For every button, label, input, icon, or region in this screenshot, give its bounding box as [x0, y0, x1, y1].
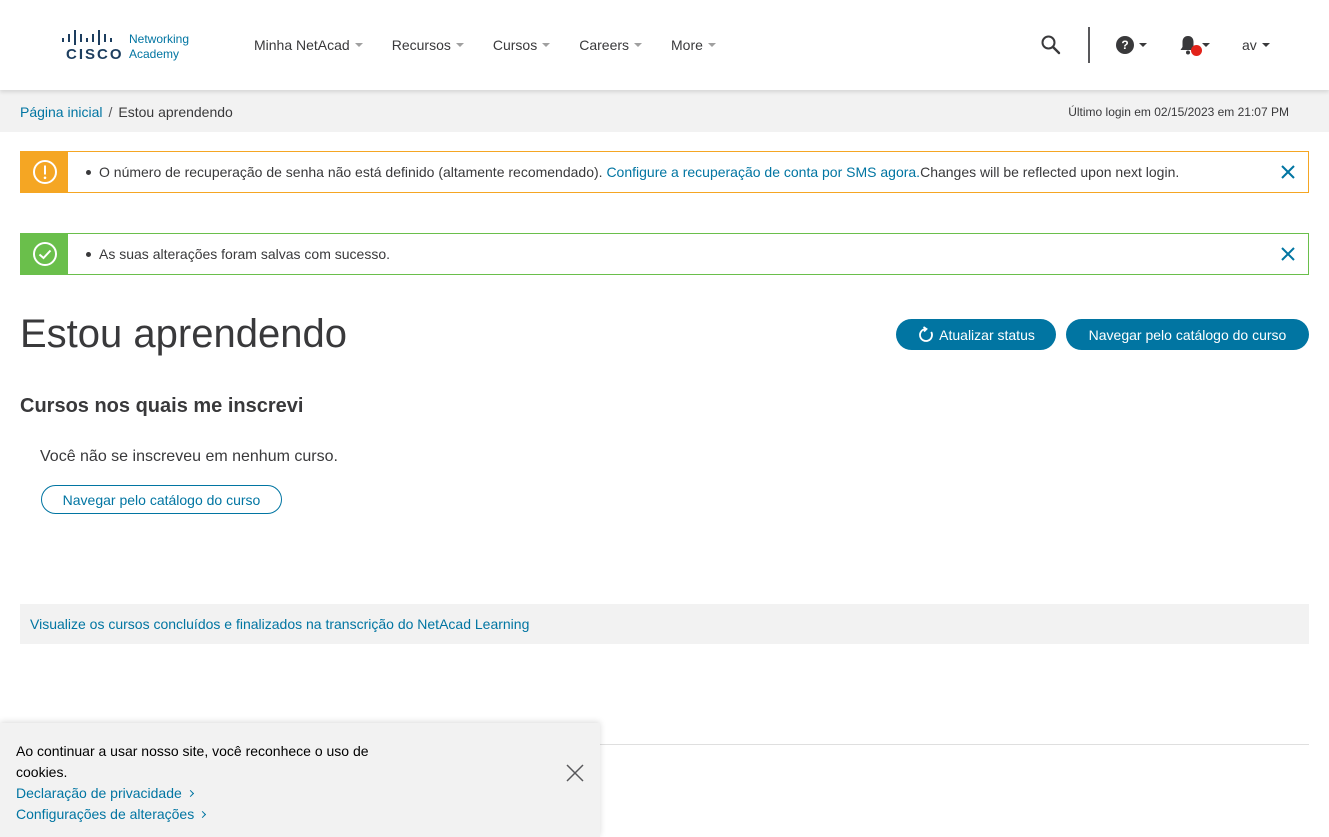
user-menu[interactable]: av	[1242, 37, 1270, 53]
nav-label: Careers	[579, 37, 630, 53]
chevron-down-icon	[1202, 43, 1210, 47]
nav-careers[interactable]: Careers	[579, 37, 643, 53]
alert-text: O número de recuperação de senha não est…	[99, 164, 603, 180]
chevron-down-icon	[1139, 43, 1147, 47]
cisco-networking-academy-logo[interactable]: CISCO Networking Academy	[60, 28, 200, 64]
section-title: Cursos nos quais me inscrevi	[20, 395, 304, 417]
chevron-down-icon	[634, 43, 643, 47]
refresh-icon	[919, 325, 933, 342]
nav-label: More	[671, 37, 703, 53]
browse-catalog-button[interactable]: Navegar pelo catálogo do curso	[1066, 319, 1309, 350]
nav-cursos[interactable]: Cursos	[492, 37, 551, 53]
chevron-right-icon	[199, 810, 207, 818]
alert-text: As suas alterações foram salvas com suce…	[99, 246, 391, 262]
alert-message: As suas alterações foram salvas com suce…	[86, 246, 390, 262]
chevron-down-icon	[707, 43, 716, 47]
footer-divider	[600, 744, 1309, 745]
last-login-text: Último login em 02/15/2023 em 21:07 PM	[1068, 105, 1289, 119]
bullet	[86, 251, 91, 257]
browse-catalog-outline-button[interactable]: Navegar pelo catálogo do curso	[41, 485, 282, 514]
warning-alert: O número de recuperação de senha não est…	[20, 151, 1309, 193]
sms-recovery-link[interactable]: Configure a recuperação de conta por SMS…	[606, 164, 920, 180]
help-icon: ?	[1116, 36, 1134, 54]
chevron-down-icon	[1261, 43, 1270, 47]
page-title: Estou aprendendo	[20, 312, 347, 356]
nav-more[interactable]: More	[671, 37, 716, 53]
empty-courses-message: Você não se inscreveu em nenhum curso.	[40, 448, 338, 465]
nav-label: Minha NetAcad	[254, 37, 350, 53]
breadcrumb-bar: Página inicial / Estou aprendendo Último l…	[0, 90, 1329, 132]
product-name-line1: Networking	[129, 32, 190, 46]
notification-badge	[1191, 45, 1202, 56]
main-nav: Minha NetAcad Recursos Cursos Careers Mo…	[254, 37, 745, 53]
cisco-bars-logo-icon	[62, 30, 112, 45]
chevron-down-icon	[354, 43, 363, 47]
alert-suffix: Changes will be reflected upon next logi…	[920, 164, 1180, 180]
alert-side	[21, 234, 68, 274]
transcript-banner: Visualize os cursos concluídos e finaliz…	[20, 604, 1309, 644]
product-name-line2: Academy	[129, 47, 180, 61]
header-actions: ? av	[1040, 26, 1270, 64]
link-label: Configurações de alterações	[16, 806, 195, 822]
refresh-status-button[interactable]: Atualizar status	[896, 319, 1056, 350]
chevron-right-icon	[186, 789, 194, 797]
cookie-banner: Ao continuar a usar nosso site, você rec…	[0, 723, 600, 837]
top-header: CISCO Networking Academy Minha NetAcad R…	[0, 0, 1329, 90]
nav-minha-netacad[interactable]: Minha NetAcad	[254, 37, 363, 53]
breadcrumb-separator: /	[108, 104, 113, 120]
check-circle-icon	[32, 242, 57, 266]
bullet	[86, 169, 91, 175]
nav-label: Cursos	[492, 37, 538, 53]
alert-message: O número de recuperação de senha não est…	[86, 164, 1179, 180]
help-menu[interactable]: ?	[1116, 36, 1147, 54]
privacy-statement-link[interactable]: Declaração de privacidade	[16, 785, 194, 801]
close-icon[interactable]	[1280, 246, 1296, 262]
user-initials: av	[1242, 37, 1257, 53]
cisco-wordmark: CISCO	[66, 46, 124, 63]
chevron-down-icon	[542, 43, 551, 47]
link-label: Declaração de privacidade	[16, 785, 182, 801]
notifications-menu[interactable]	[1179, 35, 1210, 56]
alert-side	[21, 152, 68, 192]
info-icon	[32, 160, 57, 184]
close-icon[interactable]	[1280, 164, 1296, 180]
transcript-link[interactable]: Visualize os cursos concluídos e finaliz…	[30, 616, 529, 632]
breadcrumb-current: Estou aprendendo	[118, 104, 233, 120]
breadcrumb: Página inicial / Estou aprendendo	[20, 104, 233, 120]
change-settings-link[interactable]: Configurações de alterações	[16, 806, 207, 822]
breadcrumb-home-link[interactable]: Página inicial	[20, 104, 103, 120]
cookie-text: Ao continuar a usar nosso site, você rec…	[16, 743, 369, 780]
refresh-label: Atualizar status	[939, 326, 1035, 343]
chevron-down-icon	[455, 43, 464, 47]
nav-recursos[interactable]: Recursos	[392, 37, 464, 53]
header-divider	[1088, 27, 1090, 63]
nav-label: Recursos	[391, 37, 451, 53]
success-alert: As suas alterações foram salvas com suce…	[20, 233, 1309, 275]
search-icon[interactable]	[1040, 34, 1062, 56]
close-icon[interactable]	[566, 764, 584, 782]
